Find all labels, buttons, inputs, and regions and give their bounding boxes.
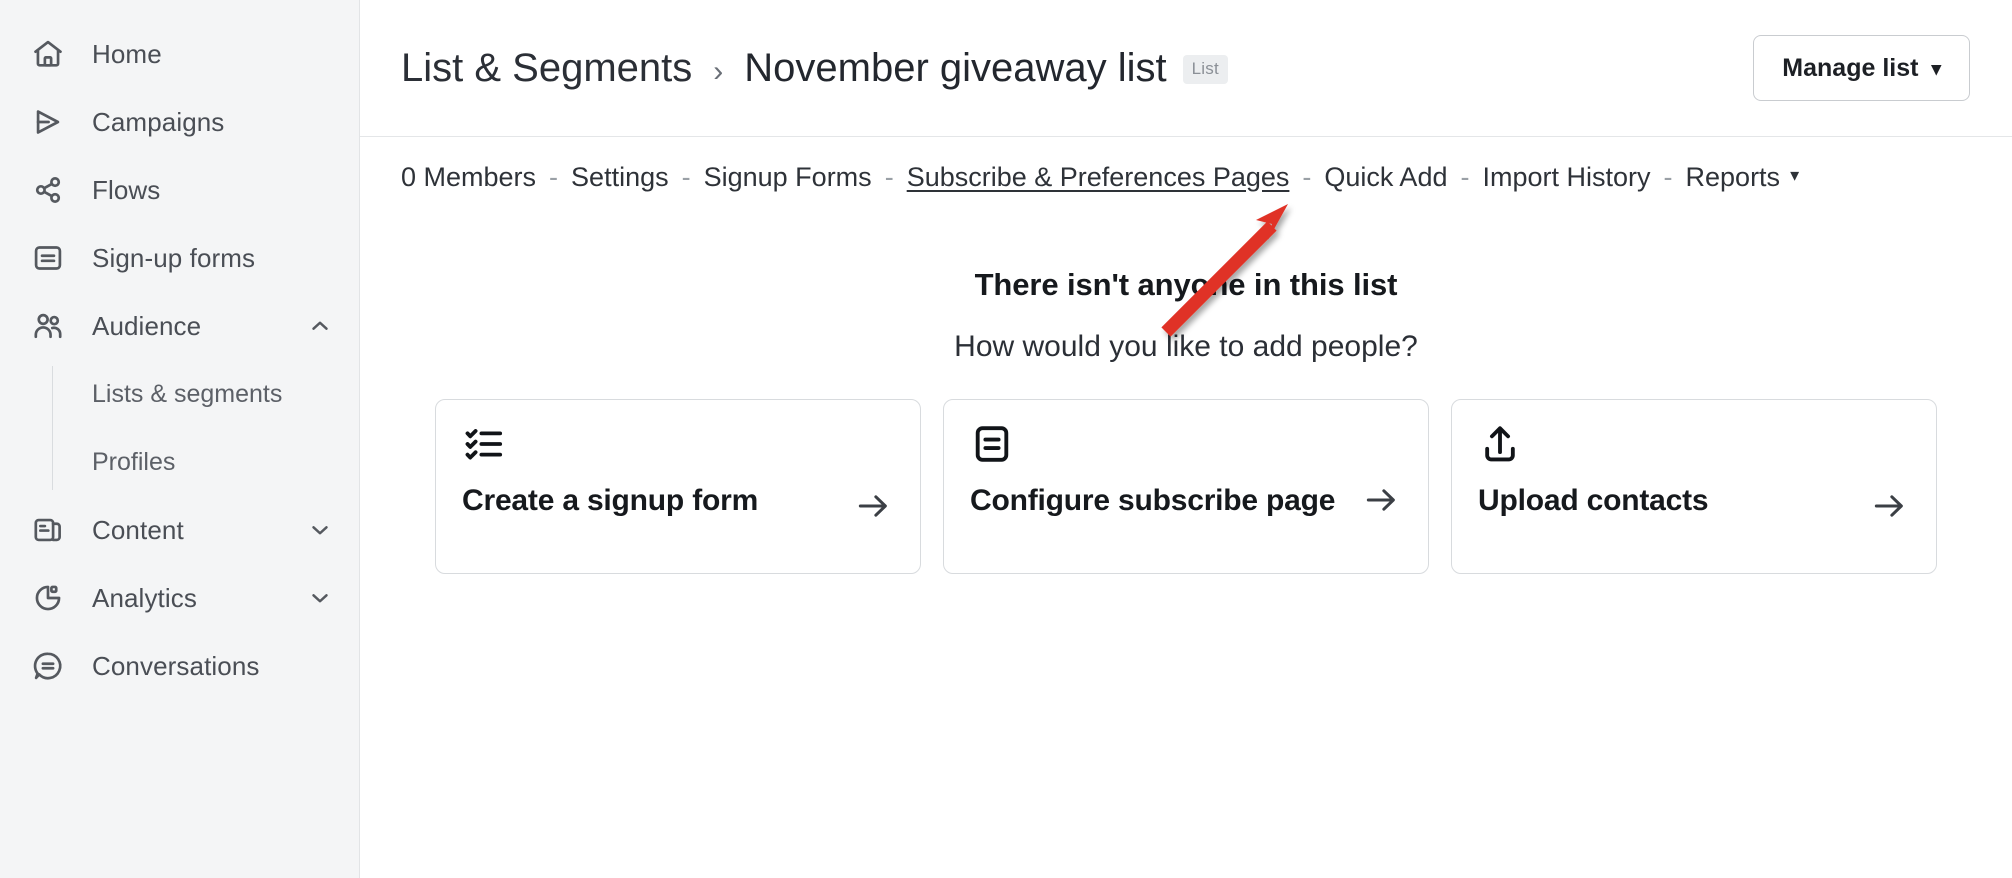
upload-contacts-card[interactable]: Upload contacts bbox=[1451, 399, 1937, 574]
sidebar-item-label: Flows bbox=[92, 174, 161, 205]
tab-import-history[interactable]: Import History bbox=[1482, 162, 1650, 193]
sidebar-item-signup-forms[interactable]: Sign-up forms bbox=[0, 224, 359, 292]
empty-state-subtitle: How would you like to add people? bbox=[954, 330, 1418, 363]
sidebar-subitem-label: Lists & segments bbox=[92, 379, 283, 408]
manage-list-label: Manage list bbox=[1782, 53, 1919, 82]
empty-state-title: There isn't anyone in this list bbox=[974, 267, 1398, 302]
sidebar-item-conversations[interactable]: Conversations bbox=[0, 632, 359, 700]
tab-members[interactable]: 0 Members bbox=[401, 162, 536, 193]
tab-subscribe-and-preferences-pages[interactable]: Subscribe & Preferences Pages bbox=[907, 162, 1290, 193]
tab-separator: - bbox=[884, 161, 894, 192]
sidebar-item-label: Audience bbox=[92, 310, 202, 341]
sidebar-subitem-label: Profiles bbox=[92, 447, 176, 476]
chevron-down-icon[interactable] bbox=[307, 585, 333, 611]
sidebar-subnav-audience: Lists & segments Profiles bbox=[0, 360, 359, 496]
sidebar-item-campaigns[interactable]: Campaigns bbox=[0, 88, 359, 156]
sidebar-item-audience[interactable]: Audience bbox=[0, 292, 359, 360]
sidebar-item-lists-and-segments[interactable]: Lists & segments bbox=[0, 360, 359, 428]
conversations-icon bbox=[28, 646, 68, 686]
breadcrumb-root-link[interactable]: List & Segments bbox=[401, 46, 692, 91]
breadcrumb: List & Segments › November giveaway list… bbox=[401, 46, 1228, 91]
sidebar-item-analytics[interactable]: Analytics bbox=[0, 564, 359, 632]
configure-subscribe-page-card[interactable]: Configure subscribe page bbox=[943, 399, 1429, 574]
sidebar-item-label: Conversations bbox=[92, 650, 260, 681]
create-signup-form-card[interactable]: Create a signup form bbox=[435, 399, 921, 574]
checklist-icon bbox=[462, 422, 895, 466]
content-icon bbox=[28, 510, 68, 550]
upload-icon bbox=[1478, 422, 1911, 466]
sidebar-item-label: Content bbox=[92, 514, 184, 545]
subscribe-page-icon bbox=[970, 422, 1403, 466]
arrow-right-icon bbox=[1867, 487, 1911, 530]
home-icon bbox=[28, 34, 68, 74]
empty-state: There isn't anyone in this list How woul… bbox=[360, 267, 2012, 364]
card-label: Upload contacts bbox=[1478, 484, 1709, 517]
flows-icon bbox=[28, 170, 68, 210]
sidebar-item-label: Analytics bbox=[92, 582, 197, 613]
send-icon bbox=[28, 102, 68, 142]
chevron-up-icon[interactable] bbox=[307, 313, 333, 339]
tab-separator: - bbox=[549, 161, 559, 192]
sidebar-item-home[interactable]: Home bbox=[0, 20, 359, 88]
main-content: List & Segments › November giveaway list… bbox=[360, 0, 2012, 878]
page-title: November giveaway list bbox=[744, 45, 1167, 90]
status-badge: List bbox=[1182, 54, 1228, 84]
card-label: Create a signup form bbox=[462, 484, 759, 517]
tab-separator: - bbox=[1460, 161, 1470, 192]
breadcrumb-separator-icon: › bbox=[713, 54, 724, 88]
tab-separator: - bbox=[1302, 161, 1312, 192]
sidebar-item-flows[interactable]: Flows bbox=[0, 156, 359, 224]
tab-separator: - bbox=[1663, 161, 1673, 192]
sidebar-item-content[interactable]: Content bbox=[0, 496, 359, 564]
sidebar-item-label: Campaigns bbox=[92, 106, 225, 137]
app-root: Home Campaigns Flows Sign-up forms Audie… bbox=[0, 0, 2012, 878]
sidebar: Home Campaigns Flows Sign-up forms Audie… bbox=[0, 0, 360, 878]
tab-quick-add[interactable]: Quick Add bbox=[1324, 162, 1447, 193]
page-header: List & Segments › November giveaway list… bbox=[360, 0, 2012, 137]
form-icon bbox=[28, 238, 68, 278]
analytics-icon bbox=[28, 578, 68, 618]
chevron-down-icon: ▾ bbox=[1931, 58, 1941, 80]
arrow-right-icon bbox=[851, 487, 895, 530]
chevron-down-icon[interactable] bbox=[307, 517, 333, 543]
tab-reports[interactable]: Reports bbox=[1686, 162, 1781, 193]
sidebar-item-label: Sign-up forms bbox=[92, 242, 256, 273]
tab-separator: - bbox=[681, 161, 691, 192]
manage-list-button[interactable]: Manage list ▾ bbox=[1753, 35, 1970, 101]
sidebar-item-label: Home bbox=[92, 38, 162, 69]
tab-signup-forms[interactable]: Signup Forms bbox=[704, 162, 872, 193]
list-tabbar: 0 Members - Settings - Signup Forms - Su… bbox=[360, 137, 2012, 217]
card-label: Configure subscribe page bbox=[970, 484, 1336, 517]
action-card-list: Create a signup form Configure subscribe… bbox=[360, 399, 2012, 574]
chevron-down-icon[interactable]: ▾ bbox=[1790, 165, 1799, 186]
sidebar-item-profiles[interactable]: Profiles bbox=[0, 428, 359, 496]
audience-icon bbox=[28, 306, 68, 346]
tab-settings[interactable]: Settings bbox=[571, 162, 669, 193]
arrow-right-icon bbox=[1359, 481, 1403, 524]
